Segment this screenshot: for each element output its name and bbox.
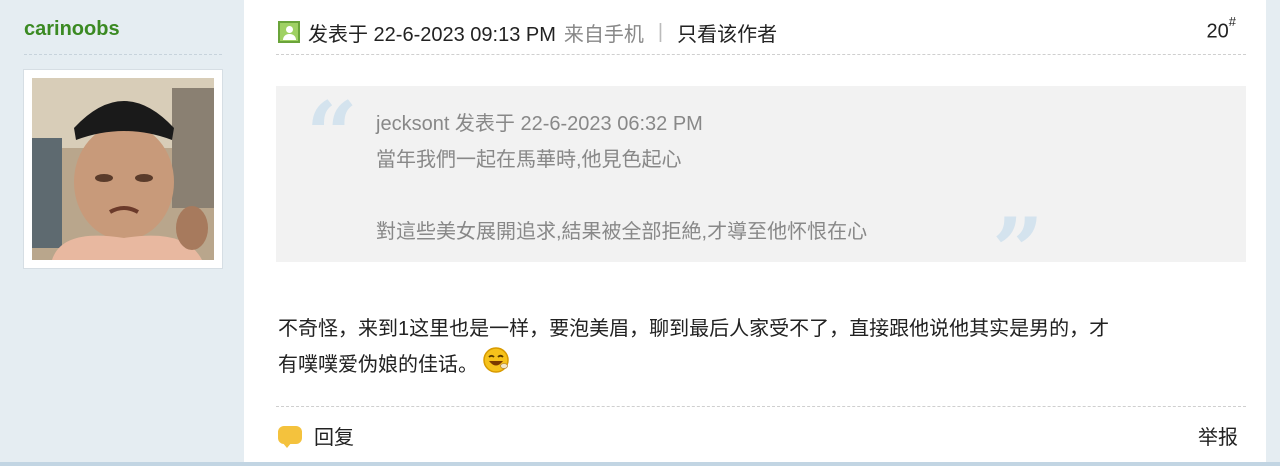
avatar-image [32, 78, 214, 260]
post-footer: 回复 举报 [278, 420, 1246, 450]
content-line: 不奇怪，来到1这里也是一样，要泡美眉，聊到最后人家受不了，直接跟他说他其实是男的… [278, 318, 1110, 340]
report-link[interactable]: 举报 [1198, 421, 1238, 450]
floor-suffix: # [1228, 14, 1236, 29]
footer-divider [276, 406, 1246, 407]
post-bottom-border [0, 462, 1280, 476]
post-content: 不奇怪，来到1这里也是一样，要泡美眉，聊到最后人家受不了，直接跟他说他其实是男的… [278, 312, 1238, 382]
online-user-icon [278, 21, 300, 43]
post-date: 发表于 22-6-2023 09:13 PM [308, 23, 556, 46]
laughing-face-icon [483, 347, 509, 373]
avatar[interactable] [32, 78, 214, 260]
quote-text: jecksont 发表于 22-6-2023 06:32 PM 當年我們一起在馬… [376, 106, 867, 250]
reply-label: 回复 [314, 426, 354, 449]
post-header: 发表于 22-6-2023 09:13 PM 来自手机 | 只看该作者 [278, 16, 1246, 48]
header-divider [276, 54, 1246, 55]
reply-button[interactable]: 回复 [278, 421, 354, 450]
quote-line: 對這些美女展開追求,結果被全部拒絶,才導至他怀恨在心 [376, 221, 868, 243]
header-separator: | [657, 20, 664, 43]
post-main: 发表于 22-6-2023 09:13 PM 来自手机 | 只看该作者 20# … [244, 0, 1266, 466]
quote-line [376, 178, 867, 214]
forum-post: carinoobs 发表于 22-6-2023 09:13 PM 来自手机 | … [0, 0, 1280, 476]
floor-number: 20 [1206, 20, 1229, 43]
speech-bubble-icon [278, 426, 302, 448]
only-author-link[interactable]: 只看该作者 [677, 18, 777, 47]
post-source: 来自手机 [563, 23, 644, 46]
quote-block: “ jecksont 发表于 22-6-2023 06:32 PM 當年我們一起… [276, 82, 1246, 296]
author-sidebar: carinoobs [0, 0, 244, 466]
avatar-frame[interactable] [24, 70, 222, 268]
quote-line: 當年我們一起在馬華時,他見色起心 [376, 149, 682, 171]
author-name[interactable]: carinoobs [24, 18, 120, 41]
quote-attribution: jecksont 发表于 22-6-2023 06:32 PM [376, 113, 703, 135]
content-line: 有噗噗爱伪娘的佳话。 [278, 354, 478, 376]
right-border [1266, 0, 1280, 466]
quote-close-icon: ” [992, 198, 1044, 304]
post-floor[interactable]: 20# [1206, 14, 1236, 44]
quote-open-icon: “ [306, 82, 358, 188]
content-line-2: 有噗噗爱伪娘的佳话。 [278, 346, 1238, 382]
sidebar-divider [24, 54, 222, 55]
